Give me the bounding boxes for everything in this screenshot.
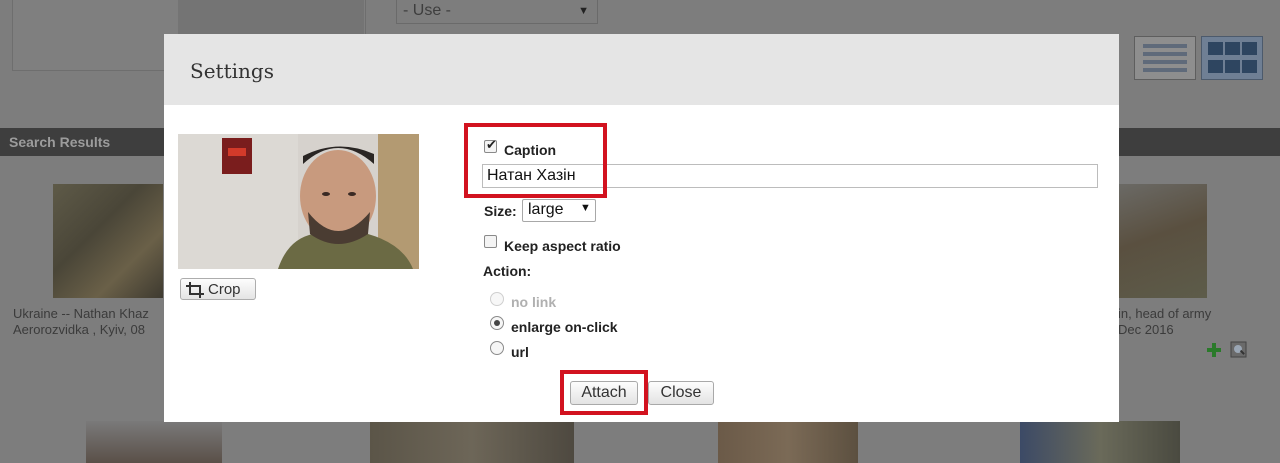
keep-aspect-label: Keep aspect ratio <box>504 238 621 254</box>
dialog-header: Settings <box>164 34 1119 105</box>
result-thumbnail[interactable] <box>370 421 574 463</box>
grid-view-button[interactable] <box>1201 36 1263 80</box>
crop-label: Crop <box>208 281 241 298</box>
enlarge-on-click-radio[interactable] <box>490 316 504 330</box>
list-view-button[interactable] <box>1134 36 1196 80</box>
chevron-down-icon: ▼ <box>578 5 589 17</box>
url-radio[interactable] <box>490 341 504 355</box>
filter-panel-inner <box>178 0 364 34</box>
dialog-title: Settings <box>190 59 274 83</box>
add-icon[interactable] <box>1206 342 1222 358</box>
result-caption: Ukraine -- Nathan Khaz Aerorozvidka , Ky… <box>13 306 149 337</box>
caption-highlight-box <box>464 123 607 198</box>
result-thumbnail[interactable] <box>1117 184 1207 298</box>
size-select[interactable]: large ▼ <box>522 199 596 222</box>
preview-icon[interactable] <box>1230 341 1247 358</box>
use-select-value: - Use - <box>403 2 451 19</box>
close-button[interactable]: Close <box>648 381 714 405</box>
settings-dialog: Settings Crop ✔ Caption Size: large <box>164 34 1119 422</box>
enlarge-on-click-label: enlarge on-click <box>511 319 618 335</box>
size-label: Size: <box>484 203 517 219</box>
use-select[interactable]: - Use - ▼ <box>396 0 598 24</box>
crop-button[interactable]: Crop <box>180 278 256 300</box>
crop-icon <box>186 282 204 298</box>
radio-selected-dot <box>494 320 500 326</box>
search-results-label: Search Results <box>9 134 111 150</box>
image-preview <box>178 134 419 269</box>
attach-highlight-box <box>560 370 648 415</box>
no-link-radio[interactable] <box>490 292 504 306</box>
keep-aspect-checkbox[interactable] <box>484 235 497 248</box>
size-select-value: large <box>528 201 564 218</box>
url-label: url <box>511 344 529 360</box>
action-label: Action: <box>483 263 532 279</box>
result-thumbnail[interactable] <box>1020 421 1180 463</box>
result-thumbnail[interactable] <box>53 184 163 298</box>
result-thumbnail[interactable] <box>86 421 222 463</box>
result-thumbnail[interactable] <box>718 421 858 463</box>
chevron-down-icon: ▼ <box>580 202 591 214</box>
result-caption: in, head of army Dec 2016 <box>1118 306 1212 337</box>
no-link-label: no link <box>511 294 557 310</box>
